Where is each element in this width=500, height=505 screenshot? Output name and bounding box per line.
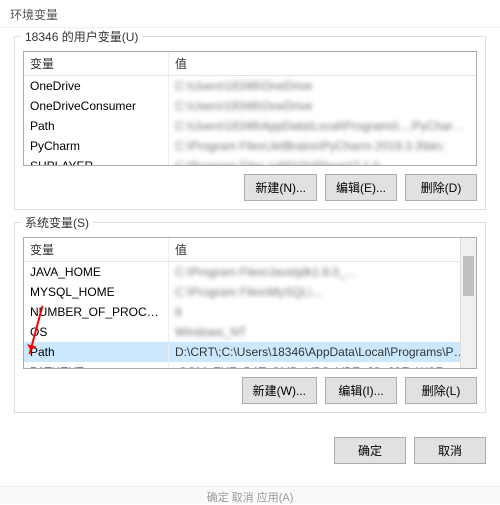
- table-row[interactable]: PATHEXT.COM;.EXE;.BAT;.CMD;.VBS;.VBE;.JS…: [24, 362, 476, 369]
- col-header-value[interactable]: 值: [169, 238, 476, 261]
- scroll-thumb[interactable]: [463, 256, 474, 296]
- user-edit-button[interactable]: 编辑(E)...: [325, 174, 397, 201]
- user-variables-listview[interactable]: 变量 值 OneDriveC:\Users\18346\OneDriveOneD…: [23, 51, 477, 166]
- row-name: OS: [24, 322, 169, 342]
- system-button-row: 新建(W)... 编辑(I)... 删除(L): [23, 377, 477, 404]
- table-row[interactable]: OneDriveC:\Users\18346\OneDrive: [24, 76, 476, 96]
- table-row[interactable]: PathC:\Users\18346\AppData\Local\Program…: [24, 116, 476, 136]
- cropped-parent-buttons: 确定 取消 应用(A): [0, 486, 500, 504]
- user-variables-group: 18346 的用户变量(U) 变量 值 OneDriveC:\Users\183…: [14, 36, 486, 210]
- row-name: NUMBER_OF_PROCESS...: [24, 302, 169, 322]
- system-edit-button[interactable]: 编辑(I)...: [325, 377, 397, 404]
- row-value: C:\Users\18346\OneDrive: [169, 76, 476, 96]
- user-group-label: 18346 的用户变量(U): [21, 28, 142, 45]
- row-name: SHPLAYER: [24, 156, 169, 166]
- scrollbar[interactable]: [460, 238, 476, 368]
- row-name: OneDrive: [24, 76, 169, 96]
- user-new-button[interactable]: 新建(N)...: [244, 174, 317, 201]
- table-row[interactable]: PyCharmC:\Program Files\JetBrains\PyChar…: [24, 136, 476, 156]
- table-row[interactable]: PathD:\CRT\;C:\Users\18346\AppData\Local…: [24, 342, 476, 362]
- ok-button[interactable]: 确定: [334, 437, 406, 464]
- row-name: MYSQL_HOME: [24, 282, 169, 302]
- row-name: OneDriveConsumer: [24, 96, 169, 116]
- dialog-title: 环境变量: [0, 0, 500, 28]
- user-button-row: 新建(N)... 编辑(E)... 删除(D): [23, 174, 477, 201]
- row-value: D:\CRT\;C:\Users\18346\AppData\Local\Pro…: [169, 342, 476, 362]
- system-variables-listview[interactable]: 变量 值 JAVA_HOMEC:\Program Files\Java\jdk1…: [23, 237, 477, 369]
- row-name: PyCharm: [24, 136, 169, 156]
- row-name: JAVA_HOME: [24, 262, 169, 282]
- dialog-footer: 确定 取消: [0, 431, 500, 472]
- row-value: Windows_NT: [169, 322, 476, 342]
- col-header-name[interactable]: 变量: [24, 238, 169, 261]
- row-value: C:\Users\18346\AppData\Local\Programs\..…: [169, 116, 476, 136]
- table-row[interactable]: SHPLAYERC:\Program Files (x86)\SHPlayer\…: [24, 156, 476, 166]
- table-row[interactable]: OneDriveConsumerC:\Users\18346\OneDrive: [24, 96, 476, 116]
- row-value: C:\Program Files\JetBrains\PyCharm 2019.…: [169, 136, 476, 156]
- system-new-button[interactable]: 新建(W)...: [242, 377, 317, 404]
- dialog-content: 18346 的用户变量(U) 变量 值 OneDriveC:\Users\183…: [0, 28, 500, 431]
- row-name: Path: [24, 116, 169, 136]
- table-row[interactable]: JAVA_HOMEC:\Program Files\Java\jdk1.8.0_…: [24, 262, 476, 282]
- listview-header: 变量 值: [24, 238, 476, 262]
- row-name: PATHEXT: [24, 362, 169, 369]
- row-value: C:\Users\18346\OneDrive: [169, 96, 476, 116]
- row-name: Path: [24, 342, 169, 362]
- system-variables-group: 系统变量(S) 变量 值 JAVA_HOMEC:\Program Files\J…: [14, 222, 486, 413]
- user-delete-button[interactable]: 删除(D): [405, 174, 477, 201]
- cancel-button[interactable]: 取消: [414, 437, 486, 464]
- row-value: C:\Program Files\Java\jdk1.8.0_...: [169, 262, 476, 282]
- system-group-label: 系统变量(S): [21, 214, 93, 231]
- table-row[interactable]: OSWindows_NT: [24, 322, 476, 342]
- row-value: .COM;.EXE;.BAT;.CMD;.VBS;.VBE;.JS;.JSE;.…: [169, 362, 476, 369]
- table-row[interactable]: NUMBER_OF_PROCESS...8: [24, 302, 476, 322]
- col-header-name[interactable]: 变量: [24, 52, 169, 75]
- system-delete-button[interactable]: 删除(L): [405, 377, 477, 404]
- table-row[interactable]: MYSQL_HOMEC:\Program Files\MySQL\...: [24, 282, 476, 302]
- col-header-value[interactable]: 值: [169, 52, 476, 75]
- listview-header: 变量 值: [24, 52, 476, 76]
- row-value: C:\Program Files\MySQL\...: [169, 282, 476, 302]
- row-value: C:\Program Files (x86)\SHPlayer\3.1.0: [169, 156, 476, 166]
- row-value: 8: [169, 302, 476, 322]
